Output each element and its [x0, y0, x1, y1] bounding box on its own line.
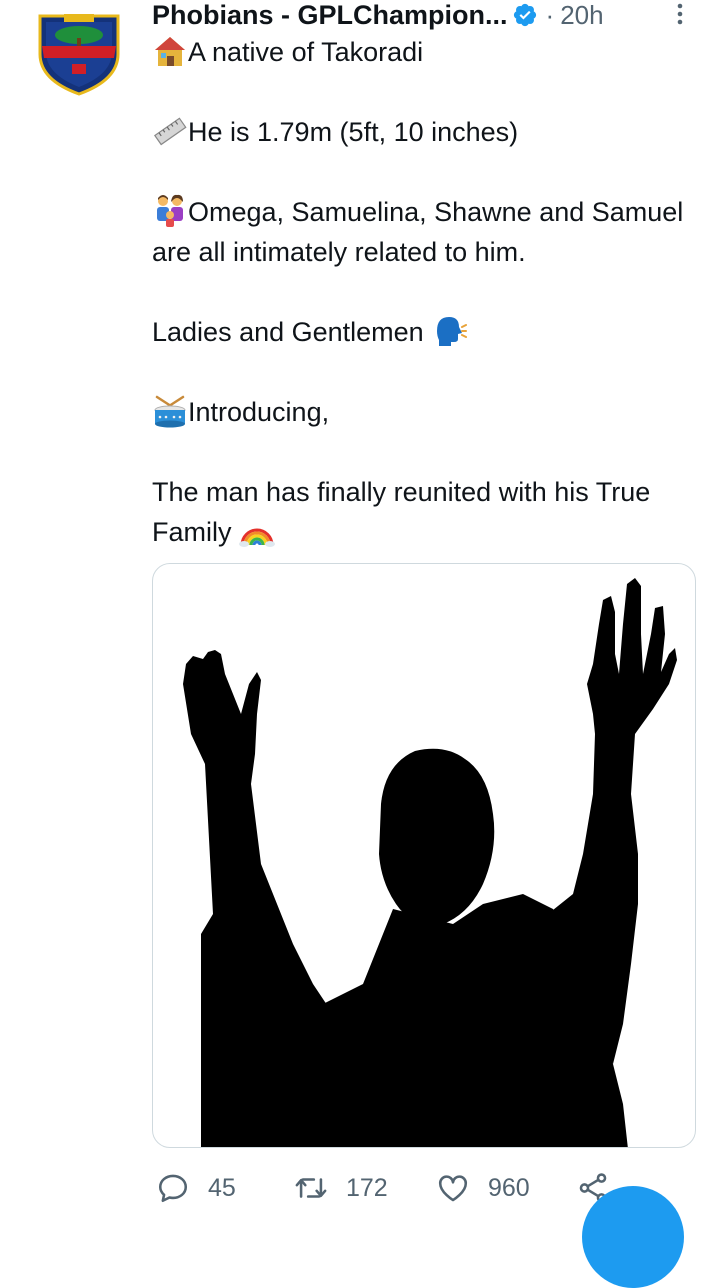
tweet-line: Introducing, [152, 392, 702, 432]
display-name[interactable]: Phobians - GPLChampion... [152, 0, 508, 30]
speaking-head-emoji-icon [437, 316, 468, 346]
tweet-line: Omega, Samuelina, Shawne and Samuel are … [152, 192, 702, 272]
retweet-button[interactable]: 172 [294, 1166, 388, 1210]
hearts-of-oak-crest-icon [38, 14, 120, 96]
like-button[interactable]: 960 [436, 1166, 530, 1210]
drum-emoji-icon [154, 395, 186, 428]
tweet-line: He is 1.79m (5ft, 10 inches) [152, 112, 702, 152]
reply-count: 45 [208, 1173, 236, 1202]
tweet-header: Phobians - GPLChampion... · 20h [152, 0, 697, 30]
tweet-media[interactable] [152, 563, 696, 1148]
tweet-line: The man has finally reunited with his Tr… [152, 477, 651, 547]
timestamp[interactable]: 20h [560, 0, 603, 31]
tweet-line: A native of Takoradi [152, 32, 702, 72]
heart-icon [438, 1175, 468, 1202]
reply-icon [158, 1174, 188, 1203]
rainbow-emoji-icon [239, 528, 275, 547]
avatar[interactable] [36, 10, 122, 96]
retweet-count: 172 [346, 1173, 388, 1202]
separator: · [545, 0, 555, 30]
tweet-line: Ladies and Gentlemen [152, 312, 702, 352]
tweet-text: A native of Takoradi He is 1.79m (5ft, 1… [152, 32, 702, 552]
house-emoji-icon [155, 36, 185, 66]
ruler-emoji-icon [154, 117, 187, 146]
retweet-icon [295, 1178, 327, 1198]
compose-tweet-button[interactable] [582, 1186, 684, 1288]
more-options-icon[interactable] [675, 2, 685, 26]
like-count: 960 [488, 1173, 530, 1202]
reply-button[interactable]: 45 [156, 1166, 236, 1210]
silhouette-raised-hands-image [183, 578, 677, 1147]
family-emoji-icon [157, 194, 183, 227]
verified-badge-icon [513, 3, 536, 27]
